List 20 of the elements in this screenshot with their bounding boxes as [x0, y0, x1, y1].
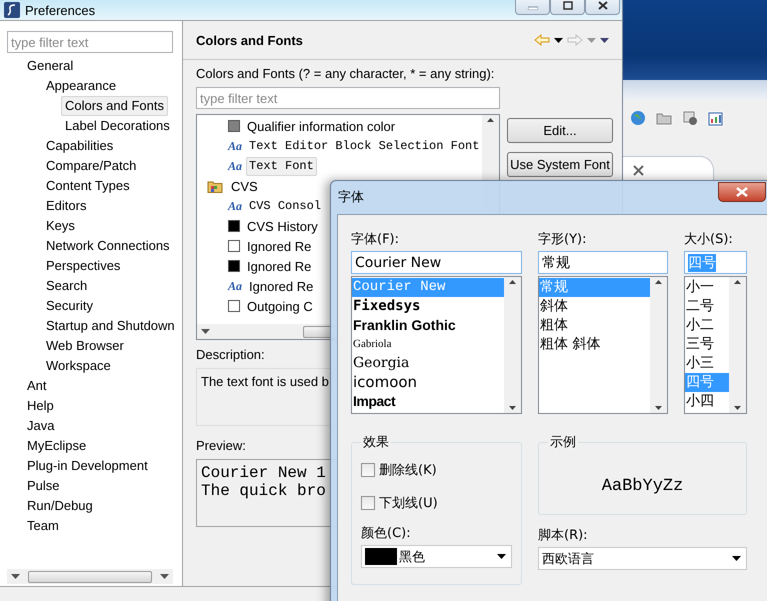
font-icon: Aa — [228, 198, 242, 214]
field-label: 脚本(R): — [538, 527, 589, 545]
page-title: Colors and Fonts — [196, 32, 303, 48]
preview-label: Preview: — [196, 437, 246, 455]
group-title: 效果 — [362, 434, 390, 451]
font-icon: Aa — [228, 138, 242, 154]
field-label: 字形(Y): — [538, 231, 588, 249]
filter-label: Colors and Fonts (? = any character, * = any string): — [196, 65, 494, 83]
font-icon: Aa — [228, 158, 242, 174]
dialog-title: 字体 — [338, 188, 364, 206]
field-label: 颜色(C): — [361, 525, 412, 543]
group-title: 示例 — [549, 434, 577, 451]
field-label: 字体(F): — [351, 231, 400, 249]
preview-text: The quick bro — [201, 482, 326, 500]
preview-text: Courier New 1 — [201, 464, 326, 482]
field-label: 大小(S): — [684, 231, 734, 249]
description-label: Description: — [196, 346, 265, 364]
window-title: Preferences — [25, 2, 96, 18]
sample-text: AaBbYyZz — [602, 477, 684, 496]
font-icon: Aa — [228, 278, 242, 294]
